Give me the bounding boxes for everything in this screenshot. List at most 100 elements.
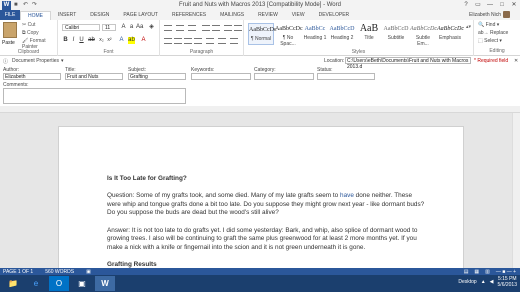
subject-field[interactable]: Grafting: [128, 73, 186, 80]
word-count[interactable]: 560 WORDS: [45, 269, 74, 275]
shrink-font-icon[interactable]: a: [128, 24, 135, 31]
align-center-icon[interactable]: [174, 38, 182, 44]
tab-design[interactable]: DESIGN: [83, 11, 116, 20]
strikethrough-button[interactable]: ab: [88, 37, 95, 44]
bullets-icon[interactable]: [164, 25, 172, 31]
style-emphasis[interactable]: AaBbCcDc Emphasis: [437, 23, 464, 45]
redo-icon[interactable]: ↷: [32, 2, 38, 8]
replace-button[interactable]: ab→ Replace: [478, 30, 508, 36]
highlight-icon[interactable]: ab: [128, 37, 135, 44]
font-color-icon[interactable]: A: [140, 37, 147, 44]
clear-format-icon[interactable]: ◈: [148, 24, 155, 31]
align-left-icon[interactable]: [164, 38, 172, 44]
multilevel-list-icon[interactable]: [188, 25, 196, 31]
print-layout-icon[interactable]: ▦: [474, 269, 479, 275]
tab-view[interactable]: VIEW: [285, 11, 312, 20]
change-case-icon[interactable]: Aa: [136, 24, 143, 31]
cut-label: Cut: [27, 22, 36, 28]
style-title[interactable]: AaB Title: [356, 23, 382, 45]
paste-icon[interactable]: [3, 22, 17, 38]
outlook-icon[interactable]: O: [49, 276, 69, 291]
author-field[interactable]: Elizabeth: [3, 73, 61, 80]
document-properties-panel: ⓘ Document Properties ▾ Location: C:\Use…: [0, 57, 520, 106]
read-mode-icon[interactable]: ▤: [464, 269, 469, 275]
status-field[interactable]: [317, 73, 375, 80]
user-account[interactable]: Elizabeth Nich: [469, 11, 510, 18]
volume-icon[interactable]: ◀: [490, 279, 494, 285]
category-field[interactable]: [254, 73, 314, 80]
subscript-button[interactable]: x₂: [98, 37, 105, 44]
ruler[interactable]: [0, 106, 520, 113]
paste-button[interactable]: Paste: [2, 40, 15, 46]
comments-field[interactable]: [3, 88, 186, 104]
font-name-select[interactable]: Calibri: [62, 24, 100, 31]
numbering-icon[interactable]: [176, 25, 184, 31]
style-heading-1[interactable]: AaBbCc Heading 1: [302, 23, 328, 45]
tab-insert[interactable]: INSERT: [51, 11, 83, 20]
info-icon: ⓘ: [3, 58, 9, 65]
ie-icon[interactable]: e: [26, 276, 46, 291]
clock[interactable]: 5:15 PM 5/6/2013: [498, 276, 517, 288]
word-icon[interactable]: W: [95, 276, 115, 291]
increase-indent-icon[interactable]: [212, 25, 220, 31]
document-properties-title[interactable]: Document Properties: [12, 58, 59, 64]
align-right-icon[interactable]: [184, 38, 192, 44]
document-body[interactable]: Is It Too Late for Grafting? Question: S…: [107, 175, 427, 278]
tab-page-layout[interactable]: PAGE LAYOUT: [116, 11, 165, 20]
style-subtle-emphasis[interactable]: AaBbCcDc Subtle Em...: [410, 23, 437, 47]
font-size-select[interactable]: 11: [102, 24, 116, 31]
find-button[interactable]: 🔍 Find ▾: [478, 22, 499, 28]
select-button[interactable]: ⬚ Select ▾: [478, 38, 502, 44]
tab-mailings[interactable]: MAILINGS: [213, 11, 251, 20]
keywords-field[interactable]: [191, 73, 251, 80]
tab-references[interactable]: REFERENCES: [165, 11, 213, 20]
location-field: C:\Users\eBeth\Documents\Fruit and Nuts …: [345, 57, 471, 70]
title-field[interactable]: Fruit and Nuts: [65, 73, 123, 80]
style-subtitle[interactable]: AaBbCcD Subtitle: [383, 23, 409, 45]
chevron-down-icon[interactable]: ▾: [61, 58, 64, 64]
underline-button[interactable]: U: [78, 37, 85, 44]
style-no-spacing[interactable]: AaBbCcDc ¶ No Spac...: [275, 23, 303, 47]
tab-developer[interactable]: DEVELOPER: [312, 11, 357, 20]
line-spacing-icon[interactable]: [206, 38, 214, 44]
web-layout-icon[interactable]: ▥: [485, 269, 490, 275]
ribbon-display-button[interactable]: ▭: [472, 0, 484, 10]
show-marks-icon[interactable]: [234, 25, 242, 31]
justify-icon[interactable]: [194, 38, 202, 44]
tab-home[interactable]: HOME: [20, 11, 51, 20]
save-icon[interactable]: ■: [14, 2, 20, 8]
sort-icon[interactable]: [224, 25, 232, 31]
close-icon[interactable]: ✕: [514, 58, 518, 64]
media-icon[interactable]: ▣: [72, 276, 92, 291]
tab-review[interactable]: REVIEW: [251, 11, 285, 20]
minimize-button[interactable]: —: [484, 0, 496, 10]
style-heading-2[interactable]: AaBbCcD Heading 2: [329, 23, 355, 45]
style-name: Emphasis: [439, 35, 461, 41]
tab-file[interactable]: FILE: [0, 10, 20, 20]
bold-button[interactable]: B: [62, 37, 69, 44]
superscript-button[interactable]: x²: [106, 37, 113, 44]
copy-button[interactable]: ⧉ Copy: [22, 30, 39, 36]
close-button[interactable]: ✕: [508, 0, 520, 10]
styles-scroll-icon[interactable]: ▴▾: [466, 24, 471, 30]
proofing-icon[interactable]: ▣: [86, 269, 91, 275]
text-effects-icon[interactable]: A: [118, 37, 125, 44]
cut-button[interactable]: ✂ Cut: [22, 22, 35, 28]
page-count[interactable]: PAGE 1 OF 1: [3, 269, 33, 275]
explorer-icon[interactable]: 📁: [3, 276, 23, 291]
document-page[interactable]: Is It Too Late for Grafting? Question: S…: [58, 126, 464, 276]
zoom-slider[interactable]: — ■ — +: [496, 269, 516, 275]
style-preview: AaBbCc: [304, 26, 326, 32]
style-normal[interactable]: AaBbCcDc ¶ Normal: [248, 23, 277, 45]
network-icon[interactable]: ▲: [481, 279, 486, 285]
undo-icon[interactable]: ↶: [23, 2, 29, 8]
desktop-toolbar-label[interactable]: Desktop: [458, 279, 476, 285]
help-button[interactable]: ?: [460, 0, 472, 10]
grow-font-icon[interactable]: A: [120, 24, 127, 31]
borders-icon[interactable]: [230, 38, 238, 44]
italic-button[interactable]: I: [70, 37, 77, 44]
vertical-scrollbar[interactable]: [512, 113, 520, 268]
decrease-indent-icon[interactable]: [202, 25, 210, 31]
maximize-button[interactable]: □: [496, 0, 508, 10]
shading-icon[interactable]: [218, 38, 226, 44]
